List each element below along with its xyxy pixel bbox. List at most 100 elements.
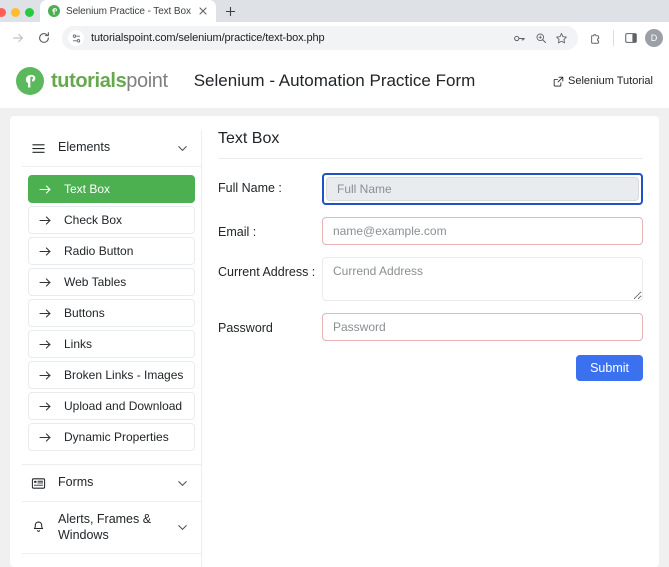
window-maximize-button[interactable]: [25, 8, 34, 17]
full-name-label: Full Name :: [218, 173, 322, 197]
window-controls: [0, 8, 40, 22]
tab-title: Selenium Practice - Text Box: [66, 6, 191, 17]
content-card: Elements Text Box Check Box: [10, 116, 659, 567]
extensions-puzzle-icon[interactable]: [584, 26, 608, 50]
close-icon[interactable]: [197, 5, 210, 18]
submit-row: Submit: [218, 353, 643, 381]
url-text: tutorialspoint.com/selenium/practice/tex…: [91, 32, 504, 44]
sidebar-group-elements[interactable]: Elements: [22, 130, 201, 167]
arrow-right-icon: [39, 401, 52, 412]
sidebar-item-label: Text Box: [64, 182, 110, 196]
address-bar[interactable]: tutorialspoint.com/selenium/practice/tex…: [62, 26, 578, 50]
password-input[interactable]: [322, 313, 643, 341]
form-row-current-address: Current Address :: [218, 257, 643, 301]
full-name-control: [322, 173, 643, 205]
sidebar-item-label: Check Box: [64, 213, 122, 227]
plus-icon: [225, 6, 236, 17]
chevron-down-icon: [175, 141, 189, 155]
browser-toolbar: tutorialspoint.com/selenium/practice/tex…: [0, 22, 669, 54]
sidebar-group-label-elements: Elements: [58, 140, 163, 156]
hamburger-menu-icon: [30, 140, 46, 156]
site-logo[interactable]: tutorialspoint: [16, 67, 168, 95]
content-area: Elements Text Box Check Box: [0, 108, 669, 567]
full-name-focus-ring: [322, 173, 643, 205]
logo-text-part1: tutorials: [51, 70, 126, 92]
current-address-control: [322, 257, 643, 301]
forward-arrow-icon[interactable]: [6, 26, 30, 50]
text-box-form: Full Name : Email :: [218, 159, 643, 381]
sidebar-group-alerts-frames-windows[interactable]: Alerts, Frames & Windows: [22, 502, 201, 554]
sidebar-item-label: Upload and Download: [64, 399, 182, 413]
form-list-icon: [30, 475, 46, 491]
chevron-down-icon: [175, 476, 189, 490]
sidebar-group-forms[interactable]: Forms: [22, 465, 201, 502]
bookmark-star-icon[interactable]: [553, 30, 570, 47]
sidebar-item-label: Web Tables: [64, 275, 126, 289]
browser-window: Selenium Practice - Text Box tutorialspo…: [0, 0, 669, 567]
sidebar-item-dynamic-properties[interactable]: Dynamic Properties: [28, 423, 195, 451]
sidebar-item-check-box[interactable]: Check Box: [28, 206, 195, 234]
search-zoom-icon[interactable]: [532, 30, 549, 47]
bell-icon: [30, 520, 46, 536]
browser-tab[interactable]: Selenium Practice - Text Box: [40, 0, 216, 22]
sidebar-group-label-alerts: Alerts, Frames & Windows: [58, 512, 163, 543]
window-close-button[interactable]: [0, 8, 6, 17]
sidebar-item-web-tables[interactable]: Web Tables: [28, 268, 195, 296]
site-header: tutorialspoint Selenium - Automation Pra…: [0, 54, 669, 108]
email-control: [322, 217, 643, 245]
arrow-right-icon: [39, 184, 52, 195]
sidebar-item-buttons[interactable]: Buttons: [28, 299, 195, 327]
site-settings-tune-icon[interactable]: [68, 30, 84, 46]
sidebar-group-label-forms: Forms: [58, 475, 163, 491]
arrow-right-icon: [39, 370, 52, 381]
toolbar-divider: [613, 30, 614, 46]
submit-button[interactable]: Submit: [576, 355, 643, 381]
password-key-icon[interactable]: [511, 30, 528, 47]
selenium-tutorial-label: Selenium Tutorial: [568, 75, 653, 87]
side-panel-icon[interactable]: [619, 26, 643, 50]
sidebar-item-radio-button[interactable]: Radio Button: [28, 237, 195, 265]
logo-wordmark: tutorialspoint: [51, 70, 168, 93]
page-viewport: tutorialspoint Selenium - Automation Pra…: [0, 54, 669, 567]
arrow-right-icon: [39, 215, 52, 226]
selenium-tutorial-link[interactable]: Selenium Tutorial: [553, 75, 653, 87]
email-label: Email :: [218, 217, 322, 241]
omnibox-actions: [511, 30, 570, 47]
sidebar-item-upload-and-download[interactable]: Upload and Download: [28, 392, 195, 420]
form-row-email: Email :: [218, 217, 643, 245]
sidebar-item-label: Broken Links - Images: [64, 368, 183, 382]
sidebar-item-label: Links: [64, 337, 92, 351]
form-row-full-name: Full Name :: [218, 173, 643, 205]
section-title: Text Box: [218, 130, 643, 159]
new-tab-button[interactable]: [220, 0, 242, 22]
sidebar-item-label: Radio Button: [64, 244, 133, 258]
sidebar-item-label: Buttons: [64, 306, 105, 320]
sidebar-item-broken-links-images[interactable]: Broken Links - Images: [28, 361, 195, 389]
arrow-right-icon: [39, 432, 52, 443]
window-minimize-button[interactable]: [11, 8, 20, 17]
arrow-right-icon: [39, 339, 52, 350]
reload-icon[interactable]: [32, 26, 56, 50]
sidebar: Elements Text Box Check Box: [22, 130, 202, 567]
tab-strip: Selenium Practice - Text Box: [0, 0, 669, 22]
chevron-down-icon: [175, 521, 189, 535]
arrow-right-icon: [39, 308, 52, 319]
current-address-textarea[interactable]: [322, 257, 643, 301]
password-label: Password: [218, 313, 322, 337]
form-row-password: Password: [218, 313, 643, 341]
arrow-right-icon: [39, 277, 52, 288]
current-address-label: Current Address :: [218, 257, 322, 281]
arrow-right-icon: [39, 246, 52, 257]
external-link-icon: [553, 76, 564, 87]
logo-text-part2: point: [126, 70, 167, 92]
email-input[interactable]: [322, 217, 643, 245]
profile-avatar[interactable]: D: [645, 29, 663, 47]
main-panel: Text Box Full Name : Email :: [202, 130, 647, 567]
password-control: [322, 313, 643, 341]
sidebar-items-elements: Text Box Check Box Radio Button Web: [22, 167, 201, 465]
sidebar-item-links[interactable]: Links: [28, 330, 195, 358]
full-name-input[interactable]: [326, 177, 639, 201]
tutorialspoint-favicon-icon: [48, 5, 60, 17]
sidebar-item-label: Dynamic Properties: [64, 430, 169, 444]
sidebar-item-text-box[interactable]: Text Box: [28, 175, 195, 203]
